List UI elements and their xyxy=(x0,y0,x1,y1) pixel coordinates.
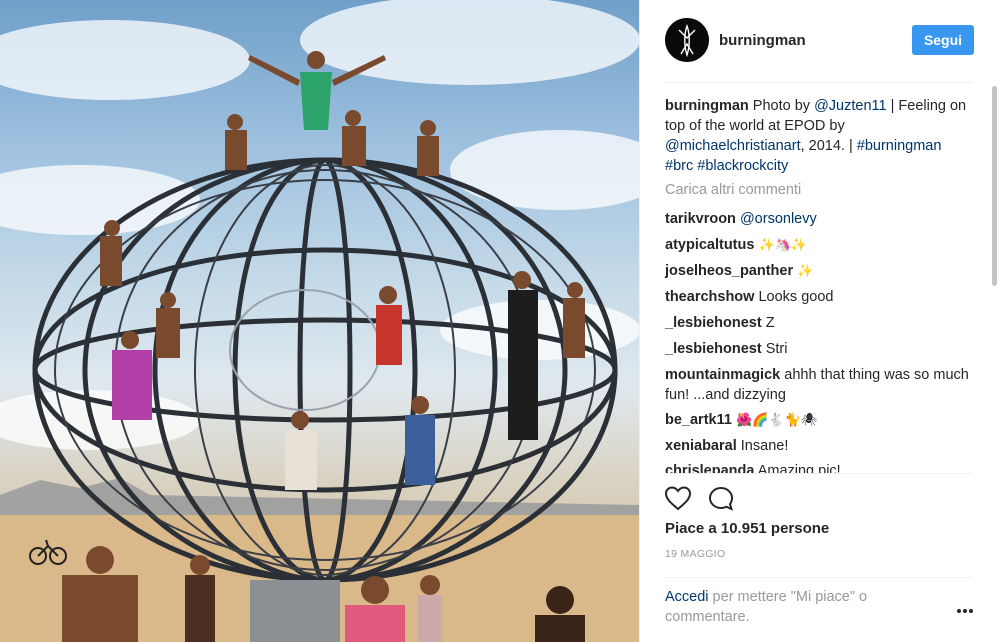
caption-hashtag[interactable]: #blackrockcity xyxy=(697,158,788,174)
comment-username[interactable]: atypicaltutus xyxy=(665,237,754,253)
caption-text: , 2014. | xyxy=(800,138,857,154)
post-footer: Accedi per mettere "Mi piace" o commenta… xyxy=(640,578,1000,642)
post-username[interactable]: burningman xyxy=(719,32,806,49)
comment-item: joselheos_panther ✨ xyxy=(665,261,970,282)
comment-username[interactable]: be_artk11 xyxy=(665,412,732,428)
post-header: burningman Segui xyxy=(640,0,1000,82)
comment-username[interactable]: joselheos_panther xyxy=(665,263,793,279)
comment-item: _lesbiehonest Z xyxy=(665,313,970,333)
comment-text: Z xyxy=(765,315,775,331)
caption-mention[interactable]: @michaelchristianart xyxy=(665,138,801,154)
burningman-logo-icon xyxy=(665,18,709,62)
load-more-comments-link[interactable]: Carica altri commenti xyxy=(665,182,801,198)
comment-username[interactable]: chrislepanda xyxy=(665,463,754,473)
comment-text: Amazing pic! xyxy=(757,463,841,473)
comment-username[interactable]: thearchshow xyxy=(665,289,754,305)
more-options-icon[interactable] xyxy=(956,608,974,614)
comment-item: be_artk11 🌺🌈🐇🐈🕷 xyxy=(665,410,970,431)
comment-item: xeniabaral Insane! xyxy=(665,436,970,456)
comment-text: ✨🦄✨ xyxy=(758,238,808,253)
post-photo xyxy=(0,0,639,642)
follow-button[interactable]: Segui xyxy=(912,25,974,55)
caption-hashtag[interactable]: #brc xyxy=(665,158,693,174)
post-caption: burningman Photo by @Juzten11 | Feeling … xyxy=(665,96,970,176)
comments-scrollbar-thumb[interactable] xyxy=(992,86,997,286)
comments-list[interactable]: burningman Photo by @Juzten11 | Feeling … xyxy=(640,83,1000,473)
comment-username[interactable]: _lesbiehonest xyxy=(665,315,762,331)
comment-username[interactable]: mountainmagick xyxy=(665,367,780,383)
comment-text: 🌺🌈🐇🐈🕷 xyxy=(735,413,818,428)
caption-hashtag[interactable]: #burningman xyxy=(857,138,942,154)
caption-mention[interactable]: @Juzten11 xyxy=(814,98,887,114)
comment-item: tarikvroon @orsonlevy xyxy=(665,209,970,229)
post-details-panel: burningman Segui burningman Photo by @Ju… xyxy=(639,0,1000,642)
comment-username[interactable]: _lesbiehonest xyxy=(665,341,762,357)
comment-text: Stri xyxy=(765,341,788,357)
comment-item: chrislepanda Amazing pic! xyxy=(665,461,970,473)
comment-icon[interactable] xyxy=(707,485,735,513)
comment-item: _lesbiehonest Stri xyxy=(665,339,970,359)
caption-username[interactable]: burningman xyxy=(665,98,749,114)
comment-text: ✨ xyxy=(797,264,814,279)
comment-item: thearchshow Looks good xyxy=(665,287,970,307)
caption-text: Photo by xyxy=(748,98,815,114)
login-prompt: Accedi per mettere "Mi piace" o commenta… xyxy=(665,587,935,627)
heart-icon[interactable] xyxy=(664,485,692,511)
comment-text: Looks good xyxy=(758,289,834,305)
comment-item: mountainmagick ahhh that thing was so mu… xyxy=(665,365,970,405)
comment-username[interactable]: tarikvroon xyxy=(665,211,736,227)
comment-username[interactable]: xeniabaral xyxy=(665,438,737,454)
post-photo-illustration xyxy=(0,0,639,642)
post-date: 19 MAGGIO xyxy=(665,548,726,560)
avatar[interactable] xyxy=(665,18,709,62)
comment-text: Insane! xyxy=(740,438,789,454)
comment-mention[interactable]: @orsonlevy xyxy=(740,211,817,227)
comment-item: atypicaltutus ✨🦄✨ xyxy=(665,235,970,256)
likes-count[interactable]: Piace a 10.951 persone xyxy=(665,520,829,537)
login-link[interactable]: Accedi xyxy=(665,589,709,605)
